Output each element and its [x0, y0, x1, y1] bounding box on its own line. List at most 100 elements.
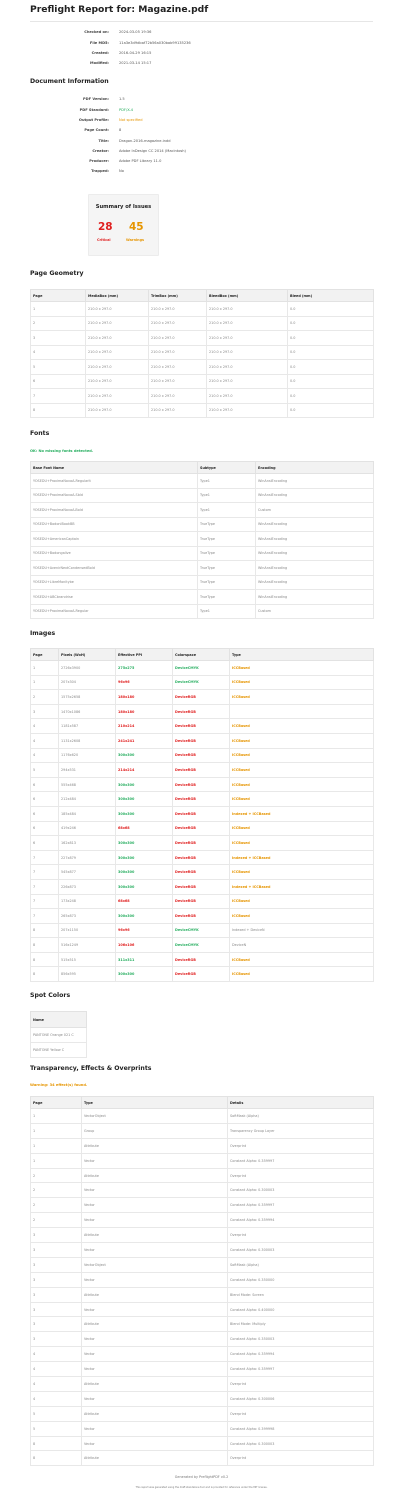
- table-cell: DeviceRGB: [172, 820, 230, 837]
- table-row: 8 516x1249 106x106 DeviceCMYK DeviceN: [30, 937, 374, 953]
- transparency-heading: Transparency, Effects & Overprints: [30, 1065, 152, 1072]
- page-geometry-heading: Page Geometry: [30, 270, 84, 277]
- table-cell: YOSEDU+AvenirNextCondensedBold: [30, 560, 198, 576]
- table-cell: Overprint: [227, 1450, 374, 1467]
- table-row: YOSEDU+LibreMonitybe TrueType WinAnsiEncod…: [30, 574, 374, 590]
- table-cell: 300x300: [115, 908, 173, 924]
- table-row: 3 Vector Constant Alpha: 0.300003: [30, 1242, 374, 1258]
- warnings-label: Warnings: [126, 238, 145, 242]
- title-divider: [30, 21, 373, 22]
- table-row: 3 Vector Constant Alpha: 0.350000: [30, 1271, 374, 1288]
- table-cell: 8: [30, 937, 59, 953]
- table-row: 3 VectorObject SoftMask (Alpha): [30, 1256, 374, 1273]
- table-cell: 555x468: [58, 776, 116, 793]
- table-cell: 210x214: [115, 718, 173, 734]
- doc-info-key: PDF Version:: [83, 97, 109, 101]
- table-cell: ICCBased: [229, 689, 374, 705]
- table-cell: Constant Alpha: 0.359994: [227, 1346, 374, 1363]
- table-cell: Overprint: [227, 1376, 374, 1392]
- table-cell: Constant Alpha: 0.359994: [227, 1212, 374, 1229]
- table-cell: Vector: [81, 1271, 228, 1288]
- table-cell: 300x300: [115, 747, 173, 764]
- meta-key: Checked on:: [84, 30, 109, 34]
- table-cell: 3: [30, 1256, 82, 1273]
- table-cell: ICCBased: [229, 820, 374, 837]
- doc-info-key: Output Profile:: [78, 118, 109, 122]
- meta-row: Created: 2016-04-29 16:15: [30, 51, 373, 59]
- table-cell: 4: [30, 718, 59, 734]
- table-cell: 210.0 x 297.0: [148, 330, 207, 346]
- table-row: PANTONE Yellow C: [30, 1042, 87, 1058]
- table-cell: 180x180: [115, 703, 173, 720]
- table-cell: ICCBased: [229, 908, 374, 924]
- table-cell: DeviceRGB: [172, 762, 230, 778]
- table-row: 3 Attribute Blend Mode: Multiply: [30, 1316, 374, 1333]
- table-cell: 226x873: [58, 878, 116, 895]
- table-cell: 2: [30, 689, 59, 705]
- table-cell: WinAnsiEncoding: [255, 487, 374, 503]
- column-header: Page: [30, 648, 59, 661]
- table-cell: 515x515: [58, 951, 116, 968]
- table-cell: WinAnsiEncoding: [255, 531, 374, 547]
- table-row: 8 856x595 300x300 DeviceRGB ICCBased: [30, 966, 374, 983]
- table-cell: 516x1249: [58, 937, 116, 953]
- table-cell: 210.0 x 297.0: [148, 359, 207, 375]
- table-cell: 212x484: [58, 791, 116, 807]
- table-cell: DeviceRGB: [172, 703, 230, 720]
- doc-info-value: 8: [119, 128, 122, 132]
- table-row: 7 265x873 300x300 DeviceRGB ICCBased: [30, 908, 374, 924]
- table-row: 5 210.0 x 297.0 210.0 x 297.0 210.0 x 297.0…: [30, 359, 374, 375]
- table-row: PANTONE Orange 021 C: [30, 1027, 87, 1043]
- table-cell: YOSEDU+Bodongalive: [30, 545, 198, 561]
- warnings-count: 45: [129, 221, 144, 233]
- meta-row: Checked on: 2024-03-05 19:36: [30, 30, 373, 38]
- table-row: 4 1181x587 210x214 DeviceRGB ICCBased: [30, 718, 374, 734]
- table-header-row: Page Pixels (WxH) Effective PPI Colorspace T…: [30, 648, 374, 661]
- table-cell: Attribute: [81, 1137, 228, 1154]
- column-header: Subtype: [197, 461, 256, 474]
- table-cell: Group: [81, 1122, 228, 1139]
- table-row: 4 1176x620 300x300 DeviceRGB ICCBased: [30, 747, 374, 764]
- column-header: Base Font Name: [30, 461, 198, 474]
- doc-info-row: Output Profile: Not specified: [30, 118, 373, 126]
- doc-info-row: Creator: Adobe InDesign CC 2014 (Macinto…: [30, 149, 373, 157]
- table-row: YOSEDU+ProximaNovaA-Bold Type1 Custom: [30, 502, 374, 518]
- table-cell: Custom: [255, 603, 374, 619]
- meta-row: Modified: 2021-03-14 15:17: [30, 61, 373, 69]
- table-cell: 300x300: [115, 849, 173, 866]
- table-row: 8 Vector Constant Alpha: 0.300003: [30, 1435, 374, 1452]
- doc-info-row: PDF Version: 1.5: [30, 97, 373, 105]
- table-cell: [229, 703, 374, 720]
- table-cell: SoftMask (Alpha): [227, 1108, 374, 1124]
- table-cell: Vector: [81, 1212, 228, 1229]
- table-cell: 6: [30, 820, 59, 837]
- table-row: 5 Vector Constant Alpha: 0.399998: [30, 1420, 374, 1437]
- table-cell: 4: [30, 1361, 82, 1378]
- table-cell: 210.0 x 297.0: [85, 373, 149, 389]
- table-cell: Overprint: [227, 1137, 374, 1154]
- table-cell: 2726x3900: [58, 660, 116, 676]
- table-row: 3 Vector Constant Alpha: 0.350003: [30, 1331, 374, 1348]
- table-cell: 210.0 x 297.0: [206, 373, 288, 389]
- table-cell: 210.0 x 297.0: [85, 402, 149, 418]
- meta-value: 2024-03-05 19:36: [119, 30, 152, 34]
- table-row: 1 210.0 x 297.0 210.0 x 297.0 210.0 x 297.0…: [30, 301, 374, 317]
- table-cell: YOSEDU+LibreMonitybe: [30, 574, 198, 590]
- table-row: 8 210.0 x 297.0 210.0 x 297.0 210.0 x 297.0…: [30, 402, 374, 418]
- table-cell: Constant Alpha: 0.400000: [227, 1301, 374, 1318]
- doc-info-value: Not specified: [119, 118, 143, 122]
- table-cell: TrueType: [197, 574, 256, 590]
- table-cell: Indexed + ICCBased: [229, 878, 374, 895]
- table-cell: Vector: [81, 1331, 228, 1348]
- column-header: Type: [229, 648, 374, 661]
- table-cell: 4: [30, 732, 59, 749]
- spot-colors-heading: Spot Colors: [30, 992, 71, 999]
- table-row: 1 VectorObject SoftMask (Alpha): [30, 1108, 374, 1124]
- table-cell: 5: [30, 359, 86, 375]
- table-row: 6 419x246 68x68 DeviceRGB ICCBased: [30, 820, 374, 837]
- table-cell: WinAnsiEncoding: [255, 574, 374, 590]
- table-cell: Vector: [81, 1301, 228, 1318]
- table-row: 3 210.0 x 297.0 210.0 x 297.0 210.0 x 297.0…: [30, 330, 374, 346]
- table-row: YOSEDU+ProximaNovaA-Regularlt Type1 WinAns…: [30, 473, 374, 489]
- table-cell: 300x300: [115, 835, 173, 851]
